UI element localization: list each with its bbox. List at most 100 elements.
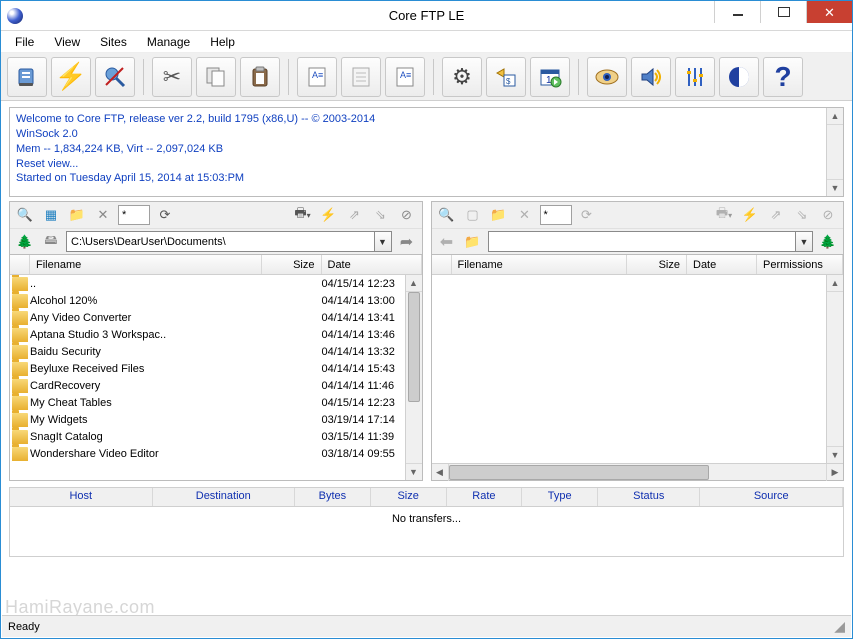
menu-file[interactable]: File (5, 33, 44, 51)
logo-button[interactable] (719, 57, 759, 97)
sessions-button[interactable]: 1 (530, 57, 570, 97)
col-date[interactable]: Date (687, 255, 757, 274)
list-item[interactable]: CardRecovery04/14/14 11:46 (10, 377, 422, 394)
link-b-button[interactable]: ⇘ (370, 204, 392, 226)
local-list-body[interactable]: ..04/15/14 12:23 Alcohol 120%04/14/14 13… (10, 275, 422, 480)
home-button[interactable]: 🖴 (40, 231, 62, 253)
edit-a-button[interactable]: A≡ (297, 57, 337, 97)
download-button[interactable]: ⬅ (436, 231, 458, 253)
tree-button[interactable]: 🌲 (817, 231, 839, 253)
col-filename[interactable]: Filename (30, 255, 262, 274)
local-path-combo[interactable]: C:\Users\DearUser\Documents\ ▼ (66, 231, 392, 252)
tree-button[interactable]: 🌲 (14, 231, 36, 253)
menu-view[interactable]: View (44, 33, 90, 51)
list-item[interactable]: Baidu Security04/14/14 13:32 (10, 343, 422, 360)
disconnect-button[interactable] (95, 57, 135, 97)
qcol-rate[interactable]: Rate (447, 488, 523, 506)
remote-path-combo[interactable]: ▼ (488, 231, 814, 252)
scroll-right-icon[interactable]: ▶ (826, 464, 843, 481)
stop-button[interactable]: ⊘ (396, 204, 418, 226)
paste-button[interactable] (240, 57, 280, 97)
qcol-size[interactable]: Size (371, 488, 447, 506)
qcol-dest[interactable]: Destination (153, 488, 296, 506)
filter-input[interactable]: * (118, 205, 150, 225)
edit-b-button[interactable] (341, 57, 381, 97)
transfer-button[interactable]: ⚡ (739, 204, 761, 226)
list-item[interactable]: Alcohol 120%04/14/14 13:00 (10, 292, 422, 309)
list-item[interactable]: My Cheat Tables04/15/14 12:23 (10, 394, 422, 411)
list-item[interactable]: Beyluxe Received Files04/14/14 15:43 (10, 360, 422, 377)
chevron-down-icon[interactable]: ▼ (795, 232, 812, 251)
filter-input[interactable]: * (540, 205, 572, 225)
scroll-up-icon[interactable]: ▲ (406, 275, 422, 292)
scroll-up-icon[interactable]: ▲ (827, 275, 843, 292)
qcol-bytes[interactable]: Bytes (295, 488, 371, 506)
upload-button[interactable]: ➦ (396, 231, 418, 253)
chevron-down-icon[interactable]: ▼ (374, 232, 391, 251)
qcol-host[interactable]: Host (10, 488, 153, 506)
local-scrollbar[interactable]: ▲ ▼ (405, 275, 422, 480)
col-size[interactable]: Size (627, 255, 687, 274)
resize-grip-icon[interactable]: ◢ (834, 618, 845, 635)
scroll-thumb[interactable] (449, 465, 709, 480)
edit-c-button[interactable]: A≡ (385, 57, 425, 97)
list-item[interactable]: SnagIt Catalog03/15/14 11:39 (10, 428, 422, 445)
scroll-thumb[interactable] (408, 292, 420, 402)
list-item[interactable]: ..04/15/14 12:23 (10, 275, 422, 292)
list-item[interactable]: Wondershare Video Editor03/18/14 09:55 (10, 445, 422, 462)
mode-button[interactable]: 🖶▾ (713, 204, 735, 226)
help-button[interactable]: ? (763, 57, 803, 97)
qcol-type[interactable]: Type (522, 488, 598, 506)
connect-button[interactable] (7, 57, 47, 97)
mode-button[interactable]: 🖶▾ (292, 204, 314, 226)
col-icon[interactable] (10, 255, 30, 274)
remote-hscroll[interactable]: ◀ ▶ (432, 463, 844, 480)
col-size[interactable]: Size (262, 255, 322, 274)
list-item[interactable]: My Widgets03/19/14 17:14 (10, 411, 422, 428)
log-scrollbar[interactable]: ▲ ▼ (826, 108, 843, 196)
refresh-button[interactable]: ⟳ (154, 204, 176, 226)
up-button[interactable]: 📁 (462, 231, 484, 253)
menu-sites[interactable]: Sites (90, 33, 137, 51)
close-button[interactable] (806, 1, 852, 23)
schedule-button[interactable]: $ (486, 57, 526, 97)
search-button[interactable]: 🔍 (436, 204, 458, 226)
copy-button[interactable] (196, 57, 236, 97)
delete-button[interactable]: ✕ (514, 204, 536, 226)
scroll-down-icon[interactable]: ▼ (827, 179, 843, 196)
scroll-up-icon[interactable]: ▲ (827, 108, 843, 125)
minimize-button[interactable] (714, 1, 760, 23)
qcol-status[interactable]: Status (598, 488, 700, 506)
new-folder-button[interactable]: 📁 (488, 204, 510, 226)
cut-button[interactable]: ✂ (152, 57, 192, 97)
sound-button[interactable] (631, 57, 671, 97)
scroll-left-icon[interactable]: ◀ (432, 464, 449, 481)
transfer-button[interactable]: ⚡ (318, 204, 340, 226)
view-mode-button[interactable]: ▢ (462, 204, 484, 226)
link-a-button[interactable]: ⇗ (344, 204, 366, 226)
maximize-button[interactable] (760, 1, 806, 23)
settings-button[interactable]: ⚙ (442, 57, 482, 97)
view-button[interactable] (587, 57, 627, 97)
col-icon[interactable] (432, 255, 452, 274)
link-a-button[interactable]: ⇗ (765, 204, 787, 226)
quick-connect-button[interactable]: ⚡ (51, 57, 91, 97)
delete-button[interactable]: ✕ (92, 204, 114, 226)
col-filename[interactable]: Filename (452, 255, 628, 274)
new-folder-button[interactable]: 📁 (66, 204, 88, 226)
scroll-down-icon[interactable]: ▼ (827, 446, 843, 463)
stop-button[interactable]: ⊘ (817, 204, 839, 226)
list-item[interactable]: Any Video Converter04/14/14 13:41 (10, 309, 422, 326)
remote-list-body[interactable]: ▲ ▼ (432, 275, 844, 463)
view-mode-button[interactable]: ▦ (40, 204, 62, 226)
refresh-button[interactable]: ⟳ (576, 204, 598, 226)
link-b-button[interactable]: ⇘ (791, 204, 813, 226)
col-date[interactable]: Date (322, 255, 422, 274)
menu-manage[interactable]: Manage (137, 33, 200, 51)
search-button[interactable]: 🔍 (14, 204, 36, 226)
list-item[interactable]: Aptana Studio 3 Workspac..04/14/14 13:46 (10, 326, 422, 343)
options-button[interactable] (675, 57, 715, 97)
remote-scrollbar[interactable]: ▲ ▼ (826, 275, 843, 463)
col-permissions[interactable]: Permissions (757, 255, 843, 274)
scroll-down-icon[interactable]: ▼ (406, 463, 422, 480)
